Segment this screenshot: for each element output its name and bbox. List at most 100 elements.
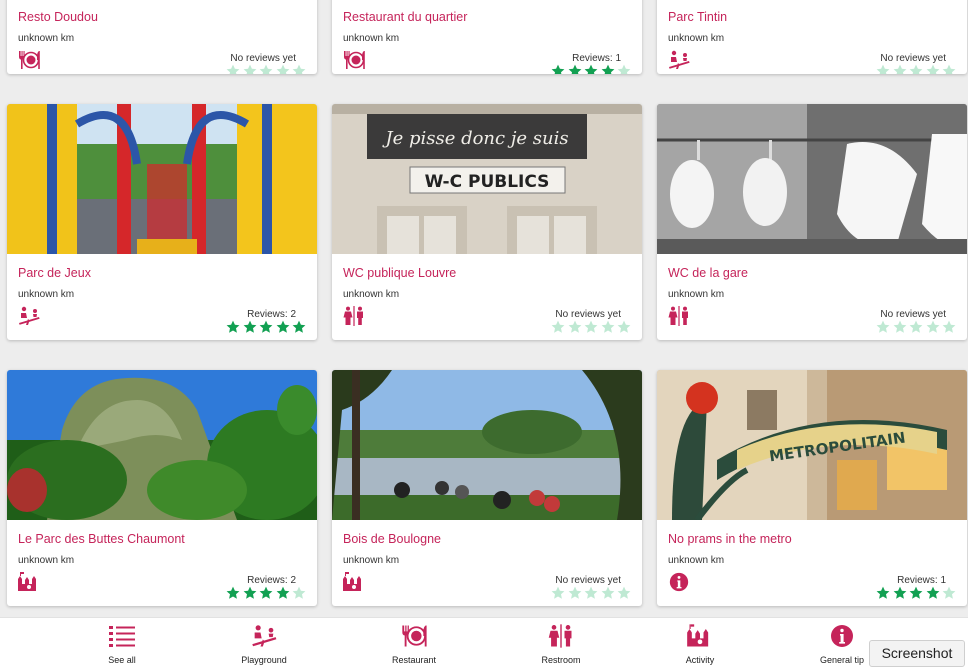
star-icon[interactable] <box>909 586 923 600</box>
playground-icon <box>667 50 691 70</box>
place-title[interactable]: Parc de Jeux <box>18 266 91 280</box>
place-photo: Je pisse donc je suis W-C PUBLICS <box>332 104 642 254</box>
place-title[interactable]: Bois de Boulogne <box>343 532 441 546</box>
star-icon[interactable] <box>926 586 940 600</box>
place-card[interactable]: Je pisse donc je suis W-C PUBLICS WC pub… <box>332 104 642 340</box>
rating-stars[interactable] <box>226 64 308 74</box>
place-title[interactable]: Restaurant du quartier <box>343 10 467 24</box>
place-card[interactable]: Bois de Boulogne unknown km No reviews yet <box>332 370 642 606</box>
star-icon[interactable] <box>926 320 940 334</box>
star-icon[interactable] <box>276 64 290 74</box>
rating-stars[interactable] <box>876 586 958 600</box>
place-distance: unknown km <box>668 289 725 300</box>
star-icon[interactable] <box>893 586 907 600</box>
rating-stars[interactable] <box>551 64 633 74</box>
screenshot-button[interactable]: Screenshot <box>869 640 965 667</box>
star-icon[interactable] <box>568 320 582 334</box>
star-icon[interactable] <box>876 64 890 74</box>
rating-stars[interactable] <box>551 320 633 334</box>
place-distance: unknown km <box>343 555 400 566</box>
nav-item-playground[interactable]: Playground <box>214 618 314 668</box>
star-icon[interactable] <box>292 64 306 74</box>
star-icon[interactable] <box>551 586 565 600</box>
star-icon[interactable] <box>243 320 257 334</box>
star-icon[interactable] <box>617 320 631 334</box>
place-title[interactable]: Parc Tintin <box>668 10 727 24</box>
rating-stars[interactable] <box>551 586 633 600</box>
star-icon[interactable] <box>243 64 257 74</box>
star-icon[interactable] <box>601 586 615 600</box>
star-icon[interactable] <box>942 586 956 600</box>
star-icon[interactable] <box>243 586 257 600</box>
star-icon[interactable] <box>617 586 631 600</box>
review-count: No reviews yet <box>230 53 296 64</box>
place-card[interactable]: Restaurant du quartier unknown km Reviews:… <box>332 0 642 74</box>
place-title[interactable]: WC publique Louvre <box>343 266 456 280</box>
nav-item-see-all[interactable]: See all <box>72 618 172 668</box>
star-icon[interactable] <box>259 64 273 74</box>
place-distance: unknown km <box>18 555 75 566</box>
restaurant-icon <box>400 624 428 648</box>
star-icon[interactable] <box>601 64 615 74</box>
star-icon[interactable] <box>276 586 290 600</box>
review-count: Reviews: 1 <box>897 575 946 586</box>
star-icon[interactable] <box>876 320 890 334</box>
place-card[interactable]: Parc Tintin unknown km No reviews yet <box>657 0 967 74</box>
star-icon[interactable] <box>893 64 907 74</box>
star-icon[interactable] <box>942 320 956 334</box>
place-title[interactable]: No prams in the metro <box>668 532 792 546</box>
activity-icon <box>17 572 41 592</box>
star-icon[interactable] <box>584 586 598 600</box>
place-photo <box>332 370 642 520</box>
info-icon <box>828 624 856 648</box>
star-icon[interactable] <box>601 320 615 334</box>
star-icon[interactable] <box>551 320 565 334</box>
star-icon[interactable] <box>568 64 582 74</box>
rating-stars[interactable] <box>226 586 308 600</box>
rating-stars[interactable] <box>876 320 958 334</box>
review-count: No reviews yet <box>880 53 946 64</box>
star-icon[interactable] <box>617 64 631 74</box>
star-icon[interactable] <box>226 586 240 600</box>
nav-item-activity[interactable]: Activity <box>650 618 750 668</box>
star-icon[interactable] <box>909 64 923 74</box>
place-photo <box>7 370 317 520</box>
nav-label: Activity <box>685 655 715 665</box>
place-distance: unknown km <box>343 289 400 300</box>
star-icon[interactable] <box>942 64 956 74</box>
rating-stars[interactable] <box>226 320 308 334</box>
place-title[interactable]: Le Parc des Buttes Chaumont <box>18 532 185 546</box>
playground-icon <box>17 306 41 326</box>
star-icon[interactable] <box>226 64 240 74</box>
star-icon[interactable] <box>926 64 940 74</box>
place-card[interactable]: WC de la gare unknown km No reviews yet <box>657 104 967 340</box>
place-card[interactable]: Parc de Jeux unknown km Reviews: 2 <box>7 104 317 340</box>
nav-item-restroom[interactable]: Restroom <box>511 618 611 668</box>
place-card[interactable]: Le Parc des Buttes Chaumont unknown km Rev… <box>7 370 317 606</box>
star-icon[interactable] <box>551 64 565 74</box>
svg-text:Je pisse donc je suis: Je pisse donc je suis <box>381 128 568 149</box>
svg-text:W-C PUBLICS: W-C PUBLICS <box>425 172 550 192</box>
place-title[interactable]: Resto Doudou <box>18 10 98 24</box>
place-card[interactable]: METROPOLITAIN No prams in the metro unkno… <box>657 370 967 606</box>
star-icon[interactable] <box>259 320 273 334</box>
star-icon[interactable] <box>893 320 907 334</box>
nav-item-restaurant[interactable]: Restaurant <box>364 618 464 668</box>
star-icon[interactable] <box>292 586 306 600</box>
review-count: Reviews: 1 <box>572 53 621 64</box>
star-icon[interactable] <box>292 320 306 334</box>
place-distance: unknown km <box>668 33 725 44</box>
rating-stars[interactable] <box>876 64 958 74</box>
star-icon[interactable] <box>568 586 582 600</box>
star-icon[interactable] <box>584 320 598 334</box>
star-icon[interactable] <box>876 586 890 600</box>
place-title[interactable]: WC de la gare <box>668 266 748 280</box>
place-distance: unknown km <box>668 555 725 566</box>
star-icon[interactable] <box>259 586 273 600</box>
place-card[interactable]: Resto Doudou unknown km No reviews yet <box>7 0 317 74</box>
star-icon[interactable] <box>584 64 598 74</box>
restroom-icon <box>667 306 691 326</box>
star-icon[interactable] <box>909 320 923 334</box>
star-icon[interactable] <box>226 320 240 334</box>
star-icon[interactable] <box>276 320 290 334</box>
